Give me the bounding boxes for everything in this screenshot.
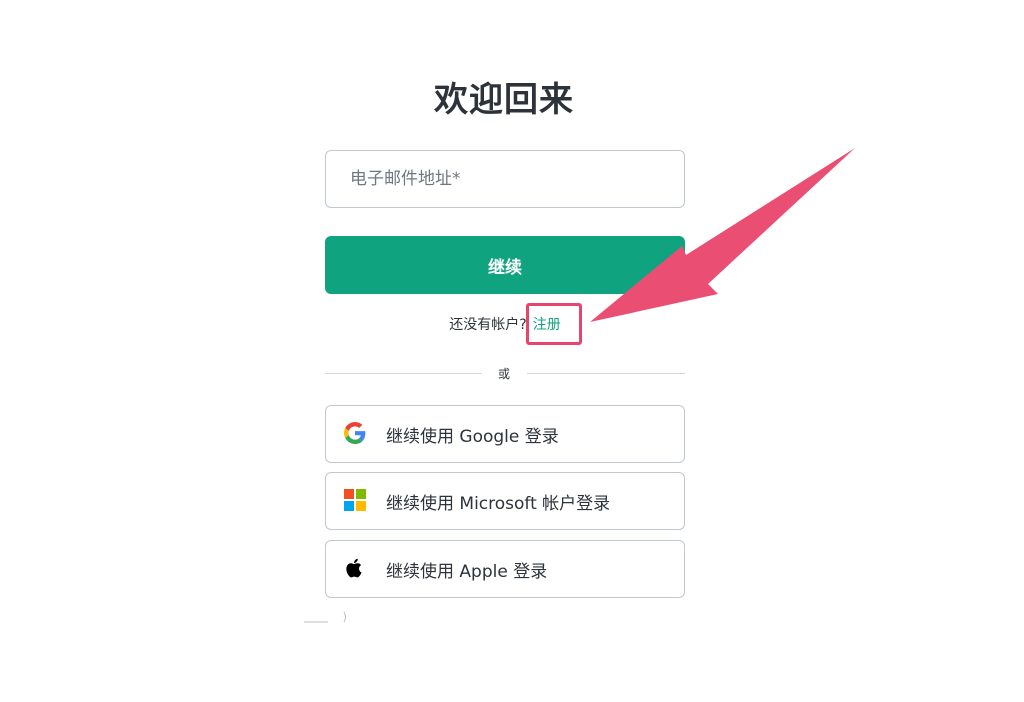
divider-line-left (325, 373, 482, 374)
page-title: 欢迎回来 (434, 80, 574, 120)
google-login-button[interactable]: 继续使用 Google 登录 (325, 405, 685, 463)
divider-line-right (527, 373, 685, 374)
signup-row: 还没有帐户? 注册 (325, 314, 685, 334)
microsoft-login-label: 继续使用 Microsoft 帐户登录 (386, 493, 611, 514)
google-login-label: 继续使用 Google 登录 (386, 426, 559, 447)
signup-link[interactable]: 注册 (533, 314, 561, 334)
microsoft-icon (344, 489, 366, 511)
login-page: 欢迎回来 继续 还没有帐户? 注册 或 继续使用 Google 登录 继续使用 M… (0, 0, 1024, 702)
email-input[interactable] (325, 150, 685, 208)
microsoft-login-button[interactable]: 继续使用 Microsoft 帐户登录 (325, 472, 685, 530)
scribble-mark (304, 611, 346, 623)
apple-login-button[interactable]: 继续使用 Apple 登录 (325, 540, 685, 598)
divider-text: 或 (497, 367, 510, 381)
apple-icon (346, 558, 362, 578)
apple-login-label: 继续使用 Apple 登录 (386, 561, 548, 582)
continue-button[interactable]: 继续 (325, 236, 685, 294)
no-account-text: 还没有帐户? (449, 317, 527, 333)
google-icon (344, 422, 366, 444)
